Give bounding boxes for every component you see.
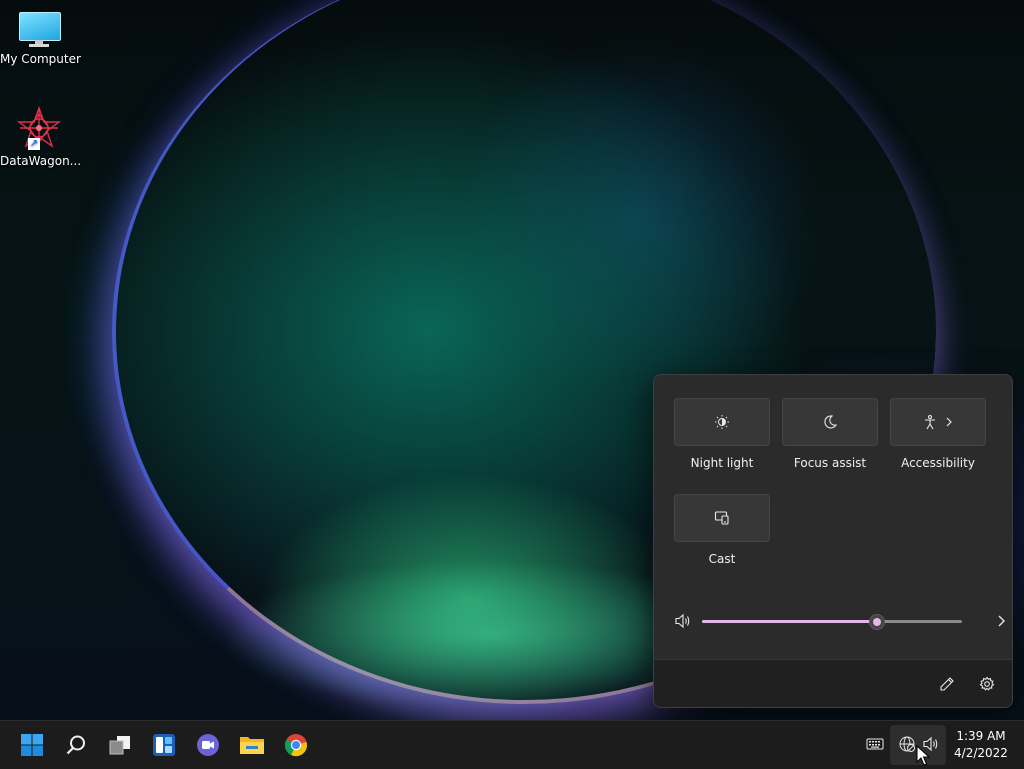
volume-slider-fill <box>702 620 877 623</box>
audio-output-chevron-icon[interactable] <box>996 612 1008 630</box>
edit-quick-settings-button[interactable] <box>936 673 958 695</box>
quick-setting-night-light: Night light <box>674 398 770 470</box>
file-explorer-icon <box>240 737 264 754</box>
gear-icon <box>979 676 995 691</box>
quick-setting-focus-assist: Focus assist <box>782 398 878 470</box>
cast-label: Cast <box>708 552 736 566</box>
volume-row <box>674 611 1005 631</box>
keyboard-icon <box>866 738 884 750</box>
monitor-icon <box>19 10 61 48</box>
touch-keyboard-button[interactable] <box>864 733 886 755</box>
desktop-icon-label: DataWagon... <box>0 154 82 168</box>
clock-time: 1:39 AM <box>956 729 1006 743</box>
night-light-button[interactable] <box>674 398 770 446</box>
mouse-cursor-icon <box>916 745 930 766</box>
network-tray-icon[interactable] <box>896 733 918 755</box>
night-light-label: Night light <box>690 456 754 470</box>
pencil-icon <box>940 677 954 691</box>
desktop-icon-label: My Computer <box>0 52 81 66</box>
clock-date: 4/2/2022 <box>954 746 1008 760</box>
teams-chat-icon <box>197 734 219 756</box>
focus-assist-button[interactable] <box>782 398 878 446</box>
chrome-button[interactable] <box>278 727 314 763</box>
shortcut-arrow-icon: ↗ <box>28 138 40 150</box>
volume-slider[interactable] <box>702 614 962 630</box>
desktop-icon-my-computer[interactable]: My Computer <box>0 10 81 66</box>
quick-setting-accessibility: Accessibility <box>890 398 986 470</box>
moon-icon <box>824 415 838 429</box>
cast-icon <box>714 511 729 525</box>
task-view-icon <box>109 736 130 755</box>
chevron-right-icon <box>946 417 952 427</box>
search-icon <box>66 735 85 755</box>
quick-settings-panel: Night light Focus assist Accessibility C… <box>653 374 1013 708</box>
taskbar: 1:39 AM 4/2/2022 <box>0 720 1024 769</box>
quick-settings-footer <box>654 659 1012 707</box>
start-button[interactable] <box>14 727 50 763</box>
widgets-button[interactable] <box>146 727 182 763</box>
teams-chat-button[interactable] <box>190 727 226 763</box>
night-light-icon <box>715 415 729 429</box>
start-icon <box>21 734 43 756</box>
accessibility-button[interactable] <box>890 398 986 446</box>
focus-assist-label: Focus assist <box>793 456 867 470</box>
search-button[interactable] <box>58 727 94 763</box>
volume-slider-thumb[interactable] <box>869 614 886 630</box>
network-icon <box>899 736 915 752</box>
taskbar-clock[interactable]: 1:39 AM 4/2/2022 <box>950 728 1012 762</box>
file-explorer-button[interactable] <box>234 727 270 763</box>
settings-button[interactable] <box>976 673 998 695</box>
datawagon-app-icon: ↗ <box>16 105 62 150</box>
accessibility-label: Accessibility <box>901 456 975 470</box>
accessibility-icon <box>925 414 935 430</box>
desktop-icon-datawagon[interactable]: ↗ DataWagon... <box>0 105 82 168</box>
chrome-icon <box>284 734 307 757</box>
cast-button[interactable] <box>674 494 770 542</box>
task-view-button[interactable] <box>102 727 138 763</box>
widgets-icon <box>153 734 175 756</box>
speaker-icon[interactable] <box>674 613 692 629</box>
quick-setting-cast: Cast <box>674 494 770 566</box>
